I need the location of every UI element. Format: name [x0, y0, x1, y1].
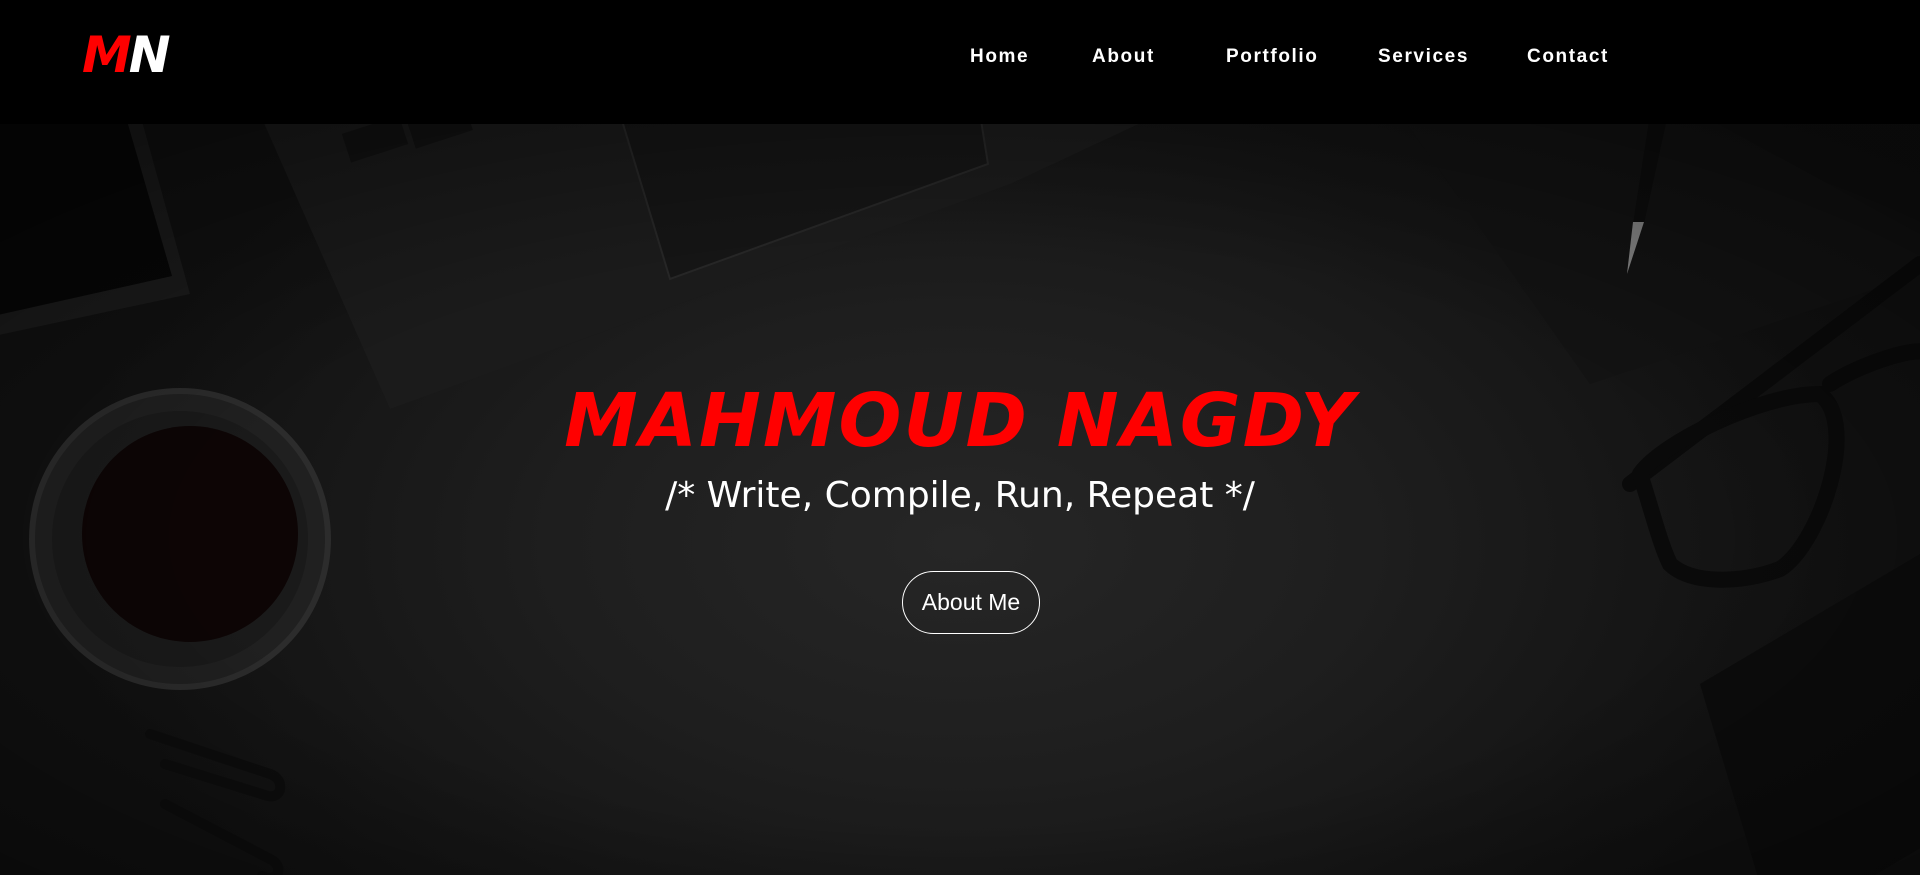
site-logo[interactable]: MN [82, 30, 171, 80]
logo-letter-m: M [82, 26, 132, 84]
page: MN Home About Portfolio Services Contact [0, 0, 1920, 875]
hero-subtitle: /* Write, Compile, Run, Repeat */ [665, 475, 1255, 516]
nav-link-home[interactable]: Home [970, 47, 1029, 66]
logo-letter-n: N [128, 26, 171, 84]
nav-link-portfolio[interactable]: Portfolio [1226, 47, 1319, 66]
hero-title: MAHMOUD NAGDY [564, 378, 1356, 464]
about-me-button[interactable]: About Me [902, 571, 1040, 634]
nav-link-about[interactable]: About [1092, 47, 1155, 66]
top-navbar: MN Home About Portfolio Services Contact [0, 0, 1920, 124]
nav-link-contact[interactable]: Contact [1527, 47, 1609, 66]
hero-section: MAHMOUD NAGDY /* Write, Compile, Run, Re… [0, 124, 1920, 875]
nav-link-services[interactable]: Services [1378, 47, 1469, 66]
